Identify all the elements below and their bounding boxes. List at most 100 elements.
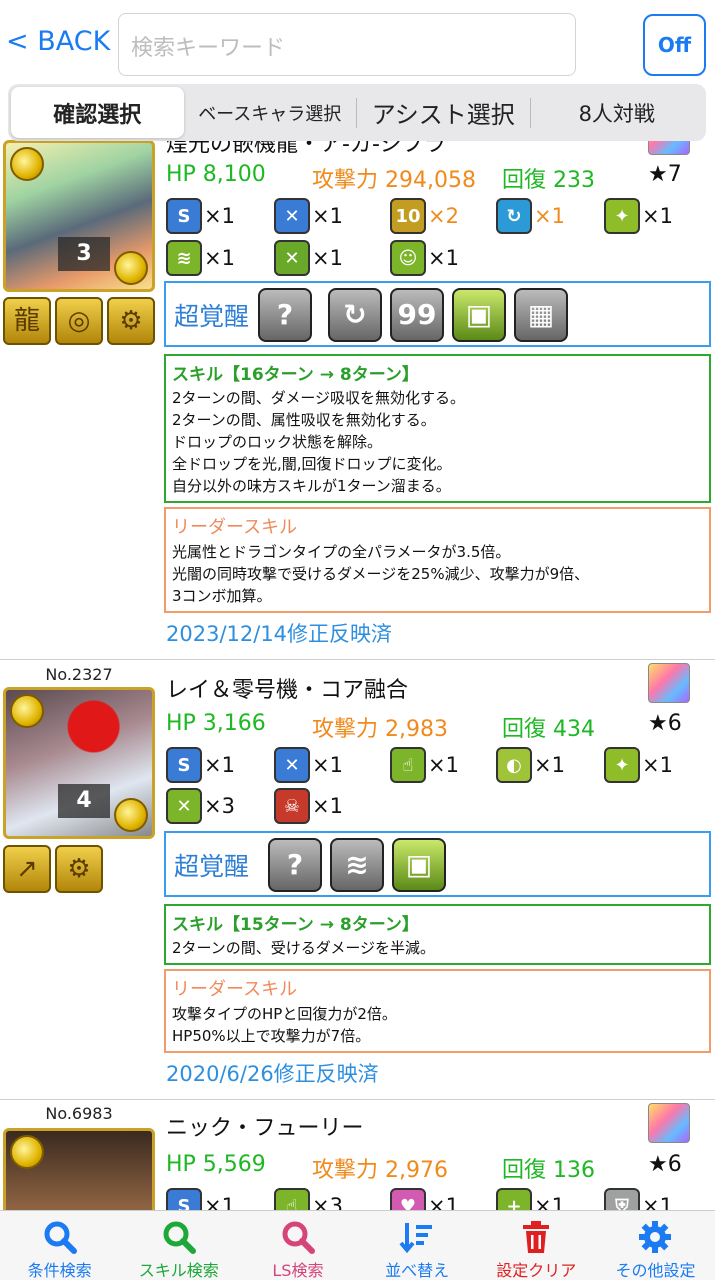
awakening-item: ☠ ×1 [274, 788, 343, 824]
rarity: ★6 [648, 711, 682, 736]
monster-list[interactable]: 煌光の嵌機龍・ア-ガ-ジブラ 3 龍 ◎ ⚙ HP 8,100 攻撃力 294,… [0, 0, 715, 1210]
time-extend-plus-icon[interactable]: ↻ [328, 288, 382, 342]
stats-row: HP 8,100 攻撃力 294,058 回復 233 ★7 [166, 162, 696, 193]
monster-portrait[interactable]: 3 [3, 140, 155, 292]
machine-type-icon: ⚙ [107, 297, 155, 345]
skill-line: 2ターンの間、属性吸収を無効化する。 [172, 411, 436, 429]
attribute-orb-icon [114, 251, 148, 285]
tab-label: 条件検索 [27, 1261, 92, 1280]
tab-base-chara-select[interactable]: ベースキャラ選択 [184, 87, 357, 138]
awakening-item: ✕ ×1 [274, 747, 343, 783]
recover-plus-icon: + [496, 1188, 532, 1210]
attacker-type-icon: ↗ [3, 845, 51, 893]
tab-sort[interactable]: 並べ替え [358, 1211, 477, 1280]
finger-plus-icon: ☝ [390, 747, 426, 783]
segmented-control: 確認選択 ベースキャラ選択 アシスト選択 8人対戦 [8, 84, 706, 141]
awakening-item: + ×1 [496, 1188, 565, 1210]
back-button[interactable]: < BACK [6, 26, 110, 57]
monster-portrait[interactable]: 4 [3, 687, 155, 839]
skill-title: スキル【16ターン → 8ターン】 [172, 365, 419, 385]
shield-block-icon[interactable]: ▣ [452, 288, 506, 342]
attribute-icon [648, 1103, 690, 1143]
gear-icon [639, 1221, 672, 1253]
tab-clear-settings[interactable]: 設定クリア [477, 1211, 596, 1280]
tab-label: その他設定 [615, 1261, 696, 1280]
top-bar: < BACK 検索キーワード Off [0, 0, 715, 84]
auto-heal-icon: ☺ [390, 240, 426, 276]
awakening-item: ✕ ×3 [166, 788, 235, 824]
bottom-tab-bar: 条件検索 スキル検索 LS検索 並べ替え 設定クリア その他設定 [0, 1210, 715, 1280]
leader-skill-line: 3コンボ加算。 [172, 587, 272, 605]
awakening-item: ◐ ×1 [496, 747, 565, 783]
skill-boost-icon: S [166, 1188, 202, 1210]
tab-label: 設定クリア [496, 1261, 577, 1280]
awakening-item: S ×1 [166, 747, 235, 783]
machine-type-icon: ⚙ [55, 845, 103, 893]
unknown-awakening-icon[interactable]: ? [268, 838, 322, 892]
combo-99-icon[interactable]: 99 [390, 288, 444, 342]
skill-charge-icon[interactable]: ▦ [514, 288, 568, 342]
heart-orb-enhance-icon: ♥ [390, 1188, 426, 1210]
monster-card[interactable]: No.6983 ニック・フューリー HP 5,569 攻撃力 2,976 回復 … [0, 1100, 715, 1210]
search-input[interactable]: 検索キーワード [118, 13, 576, 76]
leader-skill-line: 攻撃タイプのHPと回復力が2倍。 [172, 1005, 397, 1023]
atk-value: 攻撃力 294,058 [312, 168, 476, 193]
rarity: ★7 [648, 162, 682, 187]
skill-title: スキル【15ターン → 8ターン】 [172, 915, 419, 935]
updated-date: 2023/12/14修正反映済 [166, 622, 393, 646]
awakening-item: ✦ ×1 [604, 747, 673, 783]
skill-line: 全ドロップを光,闇,回復ドロップに変化。 [172, 455, 452, 473]
hp-value: HP 3,166 [166, 711, 266, 736]
monster-number: No.2327 [45, 665, 113, 684]
tape-resist-icon: ✕ [274, 240, 310, 276]
skill-bind-resist-icon: ✕ [274, 747, 310, 783]
unknown-awakening-icon[interactable]: ? [258, 288, 312, 342]
monster-number: No.6983 [45, 1104, 113, 1123]
atk-value: 攻撃力 2,983 [312, 717, 448, 742]
updated-date: 2020/6/26修正反映済 [166, 1062, 379, 1086]
leader-skill-title: リーダースキル [172, 517, 298, 538]
super-awakening-label: 超覚醒 [174, 302, 250, 331]
balance-type-icon: ◎ [55, 297, 103, 345]
monster-portrait[interactable] [3, 1128, 155, 1210]
rcv-value: 回復 434 [502, 717, 595, 742]
tab-confirm-select[interactable]: 確認選択 [11, 87, 184, 138]
stats-row: HP 5,569 攻撃力 2,976 回復 136 ★6 [166, 1152, 696, 1183]
awakening-item: ✦ ×1 [604, 198, 673, 234]
stats-row: HP 3,166 攻撃力 2,983 回復 434 ★6 [166, 711, 696, 742]
shield-icon: ⛨ [604, 1188, 640, 1210]
cloud-resist-icon[interactable]: ≋ [330, 838, 384, 892]
sort-icon [399, 1223, 433, 1254]
tab-other-settings[interactable]: その他設定 [596, 1211, 715, 1280]
cross-attack-icon: ✕ [166, 788, 202, 824]
active-skill-box: スキル【16ターン → 8ターン】 2ターンの間、ダメージ吸収を無効化する。 2… [164, 354, 711, 503]
awakening-item: ♥ ×1 [390, 1188, 459, 1210]
tab-ls-search[interactable]: LS検索 [238, 1211, 357, 1280]
skill-boost-icon: S [166, 747, 202, 783]
cloud-resist-icon: ≋ [166, 240, 202, 276]
attribute-orb-icon [114, 798, 148, 832]
tab-eight-player-battle[interactable]: 8人対戦 [531, 87, 704, 138]
off-toggle-button[interactable]: Off [643, 14, 706, 76]
tab-skill-search[interactable]: スキル検索 [119, 1211, 238, 1280]
super-awakening-box: 超覚醒 ? ↻ 99 ▣ ▦ [164, 281, 711, 347]
skill-line: 2ターンの間、ダメージ吸収を無効化する。 [172, 389, 466, 407]
awakening-item: ↻ ×1 [496, 198, 565, 234]
tab-assist-select[interactable]: アシスト選択 [357, 87, 530, 138]
tab-condition-search[interactable]: 条件検索 [0, 1211, 119, 1280]
super-awakening-box: 超覚醒 ? ≋ ▣ [164, 831, 711, 897]
leader-skill-line: HP50%以上で攻撃力が7倍。 [172, 1027, 371, 1045]
tab-label: 並べ替え [385, 1261, 450, 1280]
awakening-item: ☺ ×1 [390, 240, 459, 276]
trash-icon [523, 1221, 550, 1253]
attribute-orb-icon [10, 1135, 44, 1169]
attribute-icon [648, 663, 690, 703]
monster-name: ニック・フューリー [166, 1116, 364, 1141]
attribute-orb-icon [10, 147, 44, 181]
rarity: ★6 [648, 1152, 682, 1177]
monster-card[interactable]: No.2327 レイ＆零号機・コア融合 4 ↗ ⚙ HP 3,166 攻撃力 2… [0, 660, 715, 1100]
hp-value: HP 8,100 [166, 162, 266, 187]
awakening-item: ☝ ×1 [390, 747, 459, 783]
awakening-item: ⛨ ×1 [604, 1188, 673, 1210]
shield-block-icon[interactable]: ▣ [392, 838, 446, 892]
